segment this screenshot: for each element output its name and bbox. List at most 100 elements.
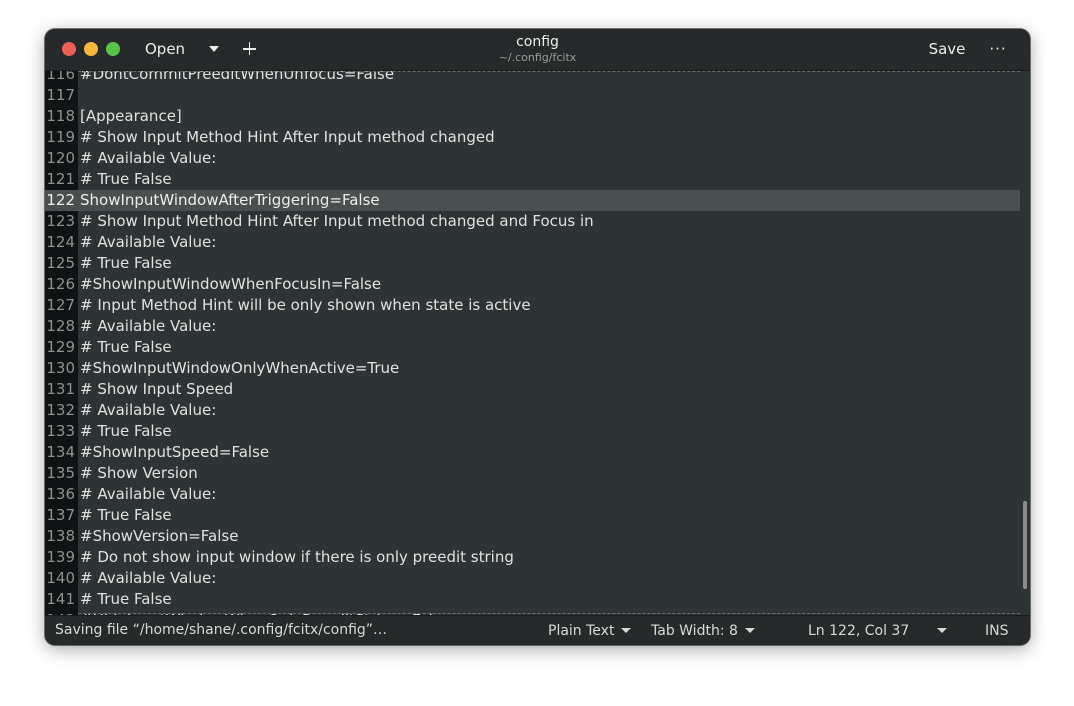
line-text[interactable]: # Available Value: — [80, 316, 216, 337]
position-menu-button[interactable] — [937, 616, 947, 645]
editor-line[interactable]: 138 #ShowVersion=False — [45, 526, 1030, 547]
editor-line[interactable]: 128 # Available Value: — [45, 316, 1030, 337]
editor-line[interactable]: 135 # Show Version — [45, 463, 1030, 484]
editor-line[interactable]: 120 # Available Value: — [45, 148, 1030, 169]
editor-line[interactable]: 116 #DontCommitPreeditWhenUnfocus=False — [45, 71, 1030, 85]
editor-line[interactable]: 126 #ShowInputWindowWhenFocusIn=False — [45, 274, 1030, 295]
line-text[interactable]: #ShowInputSpeed=False — [80, 442, 269, 463]
line-text[interactable]: # Show Input Method Hint After Input met… — [80, 211, 594, 232]
line-number: 132 — [46, 401, 75, 419]
line-number: 122 — [46, 191, 75, 209]
line-number: 138 — [46, 527, 75, 545]
window-title-area: config ~/.config/fcitx — [45, 34, 1030, 64]
line-number: 124 — [46, 233, 75, 251]
language-label: Plain Text — [548, 622, 615, 639]
insert-mode-label: INS — [985, 622, 1009, 639]
scroll-indicator-top — [78, 71, 1020, 72]
editor-line[interactable]: 139 # Do not show input window if there i… — [45, 547, 1030, 568]
editor-line[interactable]: 121 # True False — [45, 169, 1030, 190]
vertical-scrollbar[interactable] — [1023, 501, 1027, 589]
save-button[interactable]: Save — [917, 35, 977, 63]
line-number: 117 — [46, 86, 75, 104]
line-text[interactable]: # Do not show input window if there is o… — [80, 547, 514, 568]
editor-line[interactable]: 123 # Show Input Method Hint After Input … — [45, 211, 1030, 232]
line-text[interactable]: # Available Value: — [80, 400, 216, 421]
line-number: 118 — [46, 107, 75, 125]
line-text[interactable]: # True False — [80, 253, 172, 274]
line-text[interactable]: ShowInputWindowAfterTriggering=False — [80, 190, 380, 211]
line-text[interactable]: # Available Value: — [80, 484, 216, 505]
tab-width-selector[interactable]: Tab Width: 8 — [651, 616, 755, 645]
line-text[interactable]: # Show Input Method Hint After Input met… — [80, 127, 495, 148]
editor-line[interactable]: 137 # True False — [45, 505, 1030, 526]
text-editor[interactable]: 116 #DontCommitPreeditWhenUnfocus=False 11… — [45, 71, 1030, 616]
window-subtitle: ~/.config/fcitx — [498, 51, 577, 64]
line-text[interactable]: # True False — [80, 589, 172, 610]
editor-line[interactable]: 118 [Appearance] — [45, 106, 1030, 127]
chevron-down-icon — [744, 628, 755, 633]
line-text[interactable]: # Show Version — [80, 463, 198, 484]
line-number: 135 — [46, 464, 75, 482]
line-text[interactable]: # Available Value: — [80, 568, 216, 589]
line-number: 136 — [46, 485, 75, 503]
editor-line[interactable]: 140 # Available Value: — [45, 568, 1030, 589]
line-number: 134 — [46, 443, 75, 461]
header-bar: Open config ~/.config/fcitx Save ··· — [45, 29, 1030, 71]
editor-line[interactable]: 130 #ShowInputWindowOnlyWhenActive=True — [45, 358, 1030, 379]
status-bar: Saving file “/home/shane/.config/fcitx/c… — [45, 615, 1030, 645]
line-text[interactable]: #ShowInputWindowOnlyWhenActive=True — [80, 358, 399, 379]
line-number: 137 — [46, 506, 75, 524]
line-number: 123 — [46, 212, 75, 230]
cursor-position[interactable]: Ln 122, Col 37 — [808, 616, 909, 645]
tab-width-label: Tab Width: 8 — [651, 622, 738, 639]
line-number: 119 — [46, 128, 75, 146]
editor-line[interactable]: 141 # True False — [45, 589, 1030, 610]
line-number: 125 — [46, 254, 75, 272]
editor-line[interactable]: 125 # True False — [45, 253, 1030, 274]
editor-line[interactable]: 129 # True False — [45, 337, 1030, 358]
status-message: Saving file “/home/shane/.config/fcitx/c… — [55, 622, 388, 638]
line-text[interactable]: # True False — [80, 505, 172, 526]
line-text[interactable]: # Available Value: — [80, 148, 216, 169]
line-number: 128 — [46, 317, 75, 335]
editor-line[interactable]: 117 — [45, 85, 1030, 106]
current-line[interactable]: 122 ShowInputWindowAfterTriggering=False — [45, 190, 1020, 211]
editor-line[interactable]: 119 # Show Input Method Hint After Input … — [45, 127, 1030, 148]
editor-lines[interactable]: 116 #DontCommitPreeditWhenUnfocus=False 11… — [45, 71, 1030, 616]
editor-line[interactable]: 136 # Available Value: — [45, 484, 1030, 505]
line-number: 127 — [46, 296, 75, 314]
line-text[interactable]: # True False — [80, 337, 172, 358]
line-text[interactable]: # True False — [80, 169, 172, 190]
line-text[interactable]: # True False — [80, 421, 172, 442]
editor-line[interactable]: 132 # Available Value: — [45, 400, 1030, 421]
editor-line[interactable]: 131 # Show Input Speed — [45, 379, 1030, 400]
line-text[interactable]: #ShowVersion=False — [80, 526, 238, 547]
menu-button[interactable]: ··· — [983, 35, 1013, 63]
editor-line[interactable]: 133 # True False — [45, 421, 1030, 442]
editor-line[interactable]: 124 # Available Value: — [45, 232, 1030, 253]
line-number: 116 — [46, 71, 75, 83]
line-text[interactable]: [Appearance] — [80, 106, 182, 127]
line-text[interactable]: # Available Value: — [80, 232, 216, 253]
language-selector[interactable]: Plain Text — [548, 616, 632, 645]
cursor-position-label: Ln 122, Col 37 — [808, 622, 910, 639]
line-number: 126 — [46, 275, 75, 293]
editor-line[interactable]: 134 #ShowInputSpeed=False — [45, 442, 1030, 463]
editor-window: Open config ~/.config/fcitx Save ··· 116… — [45, 29, 1030, 645]
line-text[interactable]: #DontCommitPreeditWhenUnfocus=False — [80, 71, 394, 85]
insert-mode-indicator[interactable]: INS — [985, 616, 1009, 645]
line-number: 121 — [46, 170, 75, 188]
line-text[interactable]: #ShowInputWindowWhenFocusIn=False — [80, 274, 381, 295]
line-number: 120 — [46, 149, 75, 167]
chevron-down-icon — [621, 628, 632, 633]
line-number: 129 — [46, 338, 75, 356]
editor-line[interactable]: 127 # Input Method Hint will be only show… — [45, 295, 1030, 316]
window-title: config — [516, 34, 559, 50]
line-number: 131 — [46, 380, 75, 398]
line-number: 130 — [46, 359, 75, 377]
scroll-indicator-bottom — [78, 613, 1020, 614]
line-number: 140 — [46, 569, 75, 587]
line-number: 133 — [46, 422, 75, 440]
line-text[interactable]: # Show Input Speed — [80, 379, 233, 400]
line-text[interactable]: # Input Method Hint will be only shown w… — [80, 295, 531, 316]
